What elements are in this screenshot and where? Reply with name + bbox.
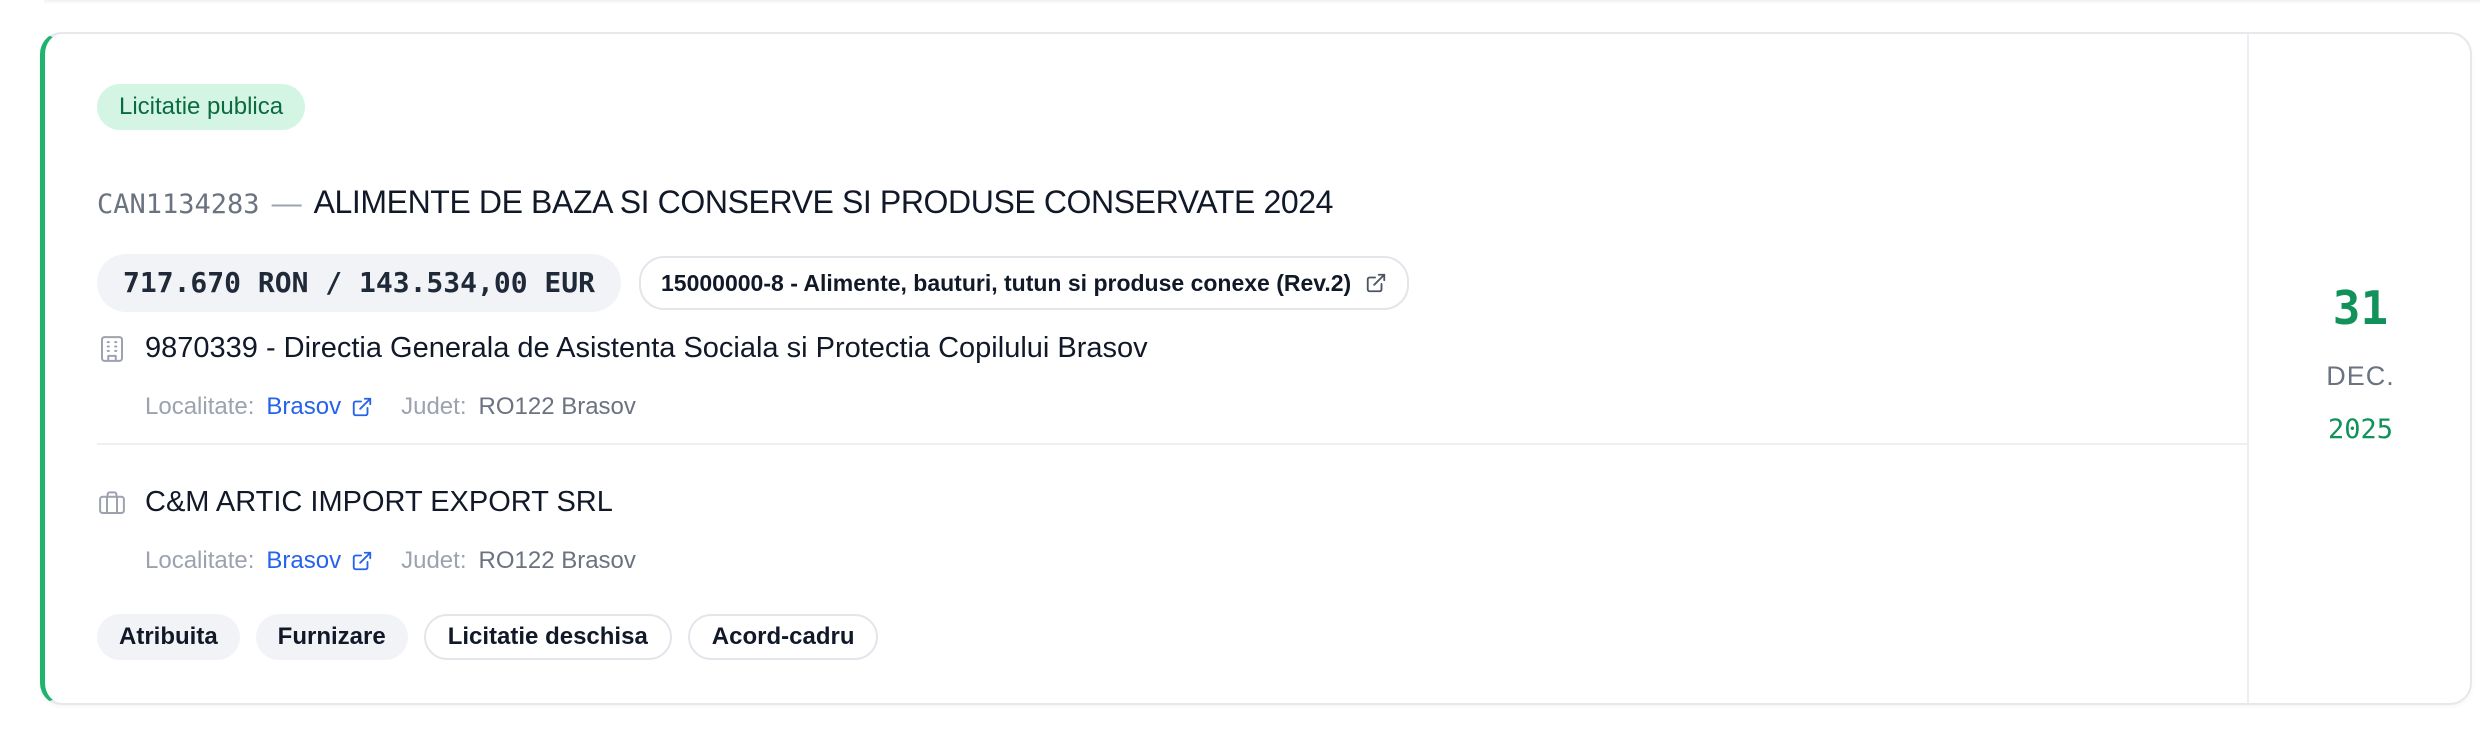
date-month: DEC. bbox=[2326, 360, 2395, 391]
tag-status: Atribuita bbox=[97, 614, 240, 660]
procedure-type-badge: Licitatie publica bbox=[97, 84, 306, 130]
briefcase-icon bbox=[99, 490, 125, 514]
tag-framework: Acord-cadru bbox=[687, 614, 879, 660]
previous-card-edge bbox=[44, 0, 2480, 4]
contract-card-main: Licitatie publica CAN1134283 — ALIMENTE … bbox=[45, 34, 2247, 703]
locality-label: Localitate: bbox=[145, 547, 255, 574]
authority-locality-link[interactable]: Brasov bbox=[266, 393, 341, 421]
date-day: 31 bbox=[2332, 280, 2389, 335]
contract-card[interactable]: Licitatie publica CAN1134283 — ALIMENTE … bbox=[40, 32, 2472, 705]
county-label: Judet: bbox=[401, 547, 467, 574]
tag-list: Atribuita Furnizare Licitatie deschisa A… bbox=[97, 614, 879, 660]
external-link-icon[interactable] bbox=[351, 550, 373, 572]
value-row: 717.670 RON / 143.534,00 EUR 15000000-8 … bbox=[97, 254, 1410, 312]
supplier: C&M ARTIC IMPORT EXPORT SRL Localitate: … bbox=[97, 486, 636, 575]
contracting-authority: 9870339 - Directia Generala de Asistenta… bbox=[97, 332, 1148, 421]
county-label: Judet: bbox=[401, 393, 467, 420]
section-divider bbox=[97, 443, 2247, 445]
external-link-icon bbox=[1367, 273, 1386, 293]
building-icon bbox=[101, 335, 123, 362]
external-link-icon[interactable] bbox=[351, 396, 373, 418]
tag-contract-type: Furnizare bbox=[255, 614, 408, 660]
date-column: 31 DEC. 2025 bbox=[2247, 34, 2472, 703]
title-row: CAN1134283 — ALIMENTE DE BAZA SI CONSERV… bbox=[97, 184, 1333, 221]
title-separator: — bbox=[271, 187, 302, 220]
cpv-link[interactable]: 15000000-8 - Alimente, bauturi, tutun si… bbox=[639, 256, 1410, 310]
supplier-locality-link[interactable]: Brasov bbox=[266, 547, 341, 575]
tag-procedure: Licitatie deschisa bbox=[423, 614, 672, 660]
authority-name[interactable]: 9870339 - Directia Generala de Asistenta… bbox=[145, 332, 1148, 365]
locality-label: Localitate: bbox=[145, 393, 255, 420]
supplier-county: RO122 Brasov bbox=[478, 547, 636, 574]
contract-title[interactable]: ALIMENTE DE BAZA SI CONSERVE SI PRODUSE … bbox=[314, 184, 1334, 221]
contract-value: 717.670 RON / 143.534,00 EUR bbox=[97, 254, 622, 312]
authority-county: RO122 Brasov bbox=[478, 393, 636, 420]
date-year: 2025 bbox=[2327, 413, 2394, 445]
notice-code: CAN1134283 bbox=[97, 189, 260, 220]
cpv-label: 15000000-8 - Alimente, bauturi, tutun si… bbox=[661, 269, 1352, 296]
supplier-name[interactable]: C&M ARTIC IMPORT EXPORT SRL bbox=[145, 486, 613, 519]
